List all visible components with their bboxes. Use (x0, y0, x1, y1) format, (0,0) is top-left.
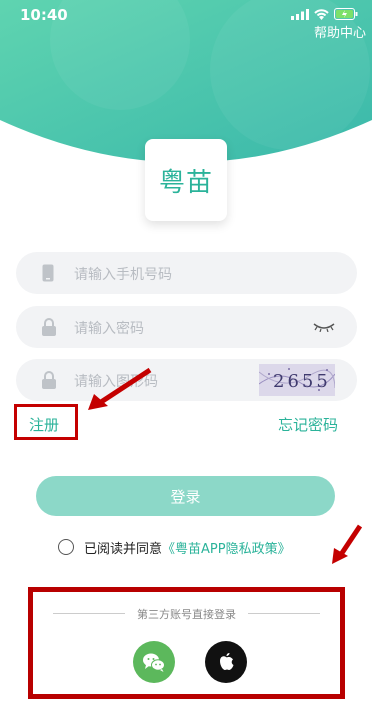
third-party-login-box: 第三方账号直接登录 (28, 587, 345, 699)
captcha-field[interactable]: 请输入图形码 2655 (16, 359, 357, 401)
phone-field[interactable]: 请输入手机号码 (16, 252, 357, 294)
apple-login-button[interactable] (205, 641, 247, 683)
forgot-password-link[interactable]: 忘记密码 (278, 414, 338, 435)
privacy-policy-link[interactable]: 《粤苗APP隐私政策》 (162, 538, 291, 557)
app-logo-text: 粤苗 (158, 167, 213, 198)
register-highlight-box: 注册 (14, 404, 78, 440)
lock-icon (42, 318, 56, 336)
register-link[interactable]: 注册 (29, 414, 59, 435)
phone-input[interactable]: 请输入手机号码 (74, 264, 172, 284)
agreement-row: 已阅读并同意 《粤苗APP隐私政策》 (58, 537, 291, 557)
annotation-arrow-register (88, 367, 152, 410)
status-icons (291, 8, 358, 20)
agreement-text: 已阅读并同意 (84, 541, 163, 557)
signal-icon (291, 8, 309, 20)
captcha-image[interactable]: 2655 (259, 364, 335, 396)
login-button[interactable]: 登录 (36, 476, 335, 516)
status-bar: 10:40 帮助中心 (0, 0, 372, 41)
app-logo: 粤苗 (145, 139, 227, 221)
captcha-code: 2655 (273, 371, 331, 392)
agreement-radio[interactable] (58, 539, 74, 555)
status-time: 10:40 (20, 6, 68, 24)
divider-right (248, 613, 320, 614)
lock-icon (42, 371, 56, 389)
battery-icon (334, 8, 358, 20)
eye-closed-icon[interactable] (313, 322, 335, 332)
password-field[interactable]: 请输入密码 (16, 306, 357, 348)
help-center-link[interactable]: 帮助中心 (314, 22, 366, 41)
annotation-arrow-third-party (332, 524, 363, 564)
wifi-icon (314, 8, 329, 20)
wechat-icon (143, 653, 165, 672)
phone-icon (42, 264, 54, 282)
wechat-login-button[interactable] (133, 641, 175, 683)
third-party-title: 第三方账号直接登录 (137, 608, 236, 621)
apple-icon (220, 653, 234, 670)
password-input[interactable]: 请输入密码 (74, 318, 144, 338)
